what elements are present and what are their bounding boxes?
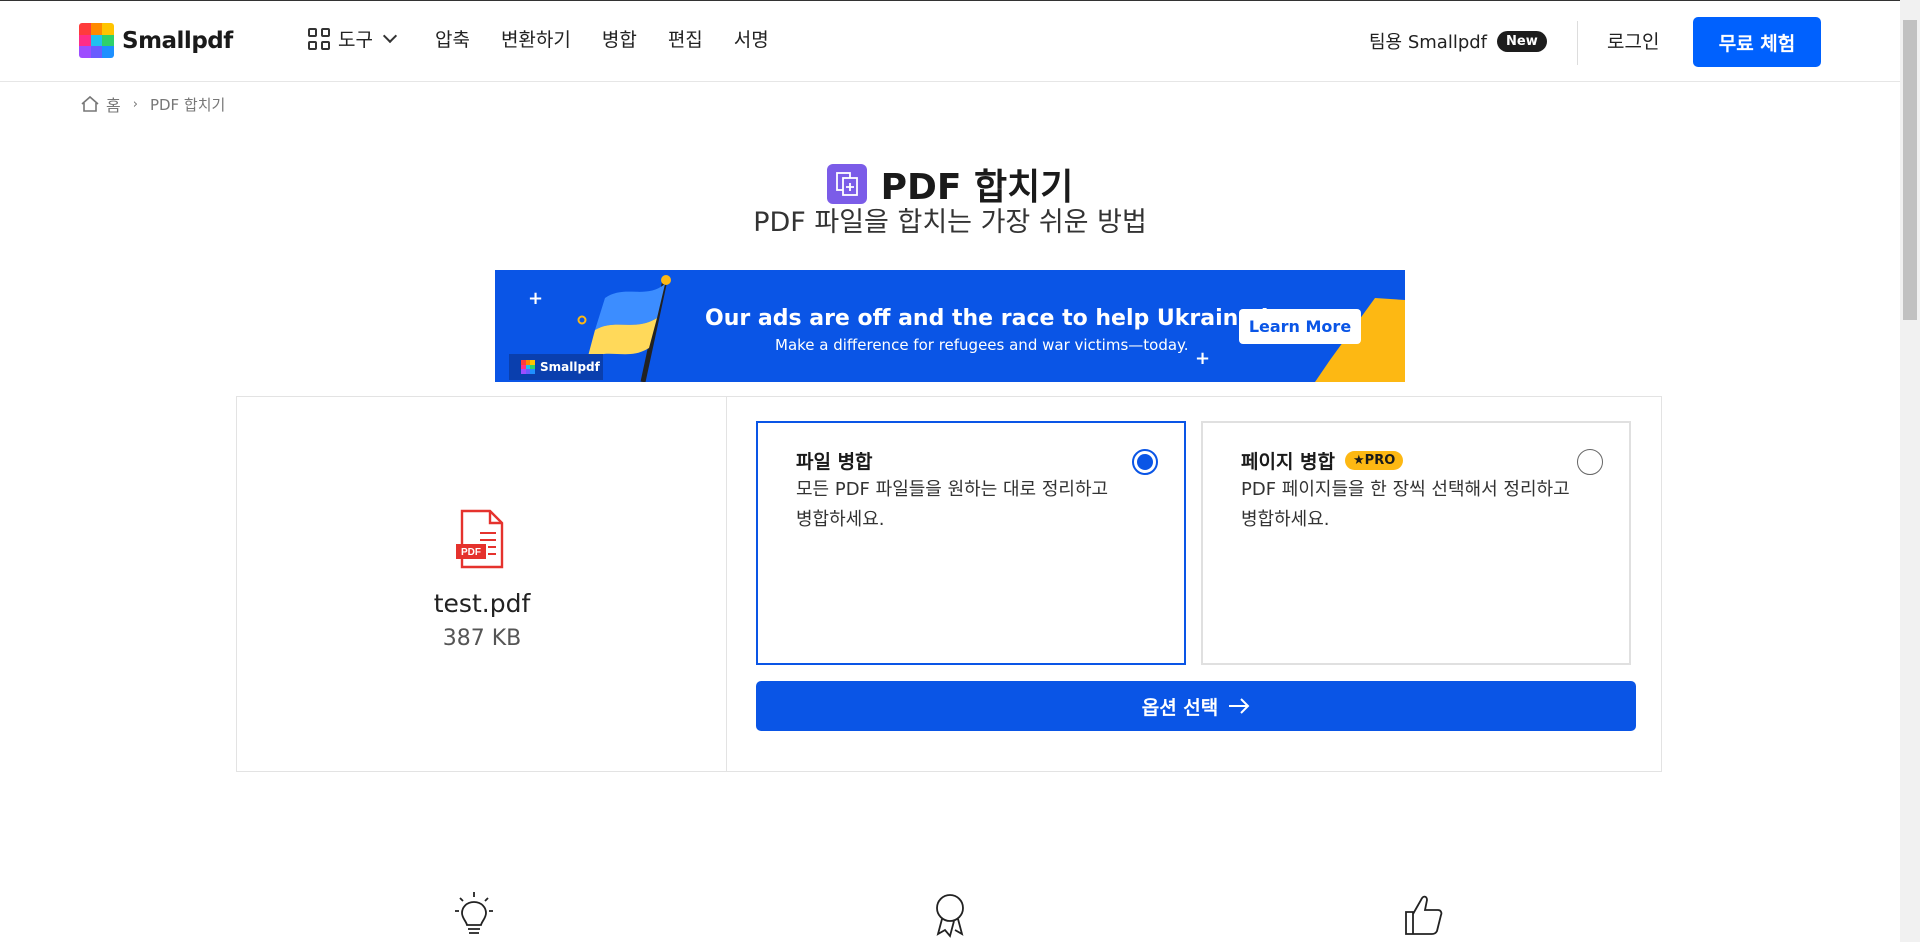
new-badge: New bbox=[1497, 30, 1547, 52]
thumbs-up-icon bbox=[1405, 895, 1443, 935]
team-link[interactable]: 팀용 Smallpdf New bbox=[1369, 28, 1547, 54]
pro-badge: ★PRO bbox=[1345, 451, 1404, 470]
option-page-merge[interactable]: 페이지 병합 ★PRO PDF 페이지들을 한 장씩 선택해서 정리하고 병합하… bbox=[1201, 421, 1631, 665]
page-subtitle: PDF 파일을 합치는 가장 쉬운 방법 bbox=[753, 207, 1147, 238]
option-title-text: 파일 병합 bbox=[796, 451, 873, 473]
breadcrumb-home[interactable]: 홈 bbox=[106, 92, 121, 116]
breadcrumb-current: PDF 합치기 bbox=[149, 95, 226, 114]
sparkle-icon: + bbox=[1195, 348, 1211, 369]
logo-icon bbox=[79, 23, 114, 58]
sparkle-icon: + bbox=[528, 288, 544, 309]
nav-compress[interactable]: 압축 bbox=[435, 25, 470, 52]
award-icon bbox=[936, 894, 964, 938]
chevron-down-icon bbox=[382, 28, 398, 44]
ukraine-banner[interactable]: + + Our ads are off and the race to help… bbox=[495, 270, 1405, 382]
option-title: 페이지 병합 ★PRO bbox=[1241, 447, 1404, 474]
file-size: 387 KB bbox=[442, 626, 522, 651]
header-divider bbox=[1577, 21, 1578, 65]
banner-subtitle: Make a difference for refugees and war v… bbox=[775, 336, 1189, 354]
nav-sign[interactable]: 서명 bbox=[734, 25, 769, 52]
file-name: test.pdf bbox=[433, 589, 531, 618]
main-nav: 도구 압축 변환하기 병합 편집 서명 bbox=[308, 25, 800, 52]
login-button[interactable]: 로그인 bbox=[1607, 27, 1659, 54]
choose-option-button[interactable]: 옵션 선택 bbox=[756, 681, 1636, 731]
option-description: PDF 페이지들을 한 장씩 선택해서 정리하고 병합하세요. bbox=[1241, 479, 1570, 530]
breadcrumb-separator: › bbox=[132, 96, 138, 112]
top-header: Smallpdf 도구 압축 변환하기 병합 편집 서명 팀용 Smallpdf… bbox=[0, 0, 1900, 82]
banner-logo-text: Smallpdf bbox=[540, 360, 600, 374]
scrollbar-thumb[interactable] bbox=[1903, 20, 1917, 320]
free-trial-button[interactable]: 무료 체험 bbox=[1693, 17, 1821, 67]
pdf-badge: PDF bbox=[461, 547, 481, 558]
option-title: 파일 병합 bbox=[796, 447, 873, 474]
lightbulb-icon bbox=[455, 892, 493, 934]
smallpdf-logo[interactable]: Smallpdf bbox=[79, 23, 233, 58]
logo-text: Smallpdf bbox=[122, 27, 233, 54]
file-preview: PDF test.pdf 387 KB bbox=[237, 397, 727, 771]
merge-icon bbox=[826, 164, 867, 204]
merge-card: PDF test.pdf 387 KB 파일 병합 모든 PDF 파일들을 원하… bbox=[236, 396, 1662, 772]
option-description: 모든 PDF 파일들을 원하는 대로 정리하고 병합하세요. bbox=[796, 479, 1109, 530]
logo-icon bbox=[521, 360, 535, 374]
choose-option-label: 옵션 선택 bbox=[1141, 696, 1219, 719]
banner-title: Our ads are off and the race to help Ukr… bbox=[705, 306, 1320, 331]
home-icon[interactable] bbox=[80, 95, 100, 113]
pdf-file-icon: PDF bbox=[456, 509, 504, 569]
breadcrumb: 홈 › PDF 합치기 bbox=[80, 92, 225, 116]
tools-menu[interactable]: 도구 bbox=[308, 25, 398, 52]
arrow-right-icon bbox=[1229, 698, 1250, 714]
nav-edit[interactable]: 편집 bbox=[668, 25, 703, 52]
banner-logo: Smallpdf bbox=[509, 354, 603, 380]
nav-convert[interactable]: 변환하기 bbox=[501, 25, 571, 52]
learn-more-button[interactable]: Learn More bbox=[1239, 309, 1361, 344]
grid-icon bbox=[308, 27, 330, 50]
tools-label: 도구 bbox=[338, 29, 373, 51]
option-title-text: 페이지 병합 bbox=[1241, 451, 1336, 473]
radio-file-merge[interactable] bbox=[1132, 449, 1158, 475]
team-label: 팀용 Smallpdf bbox=[1369, 32, 1488, 53]
nav-merge[interactable]: 병합 bbox=[602, 25, 637, 52]
radio-page-merge[interactable] bbox=[1577, 449, 1603, 475]
option-file-merge[interactable]: 파일 병합 모든 PDF 파일들을 원하는 대로 정리하고 병합하세요. bbox=[756, 421, 1186, 665]
